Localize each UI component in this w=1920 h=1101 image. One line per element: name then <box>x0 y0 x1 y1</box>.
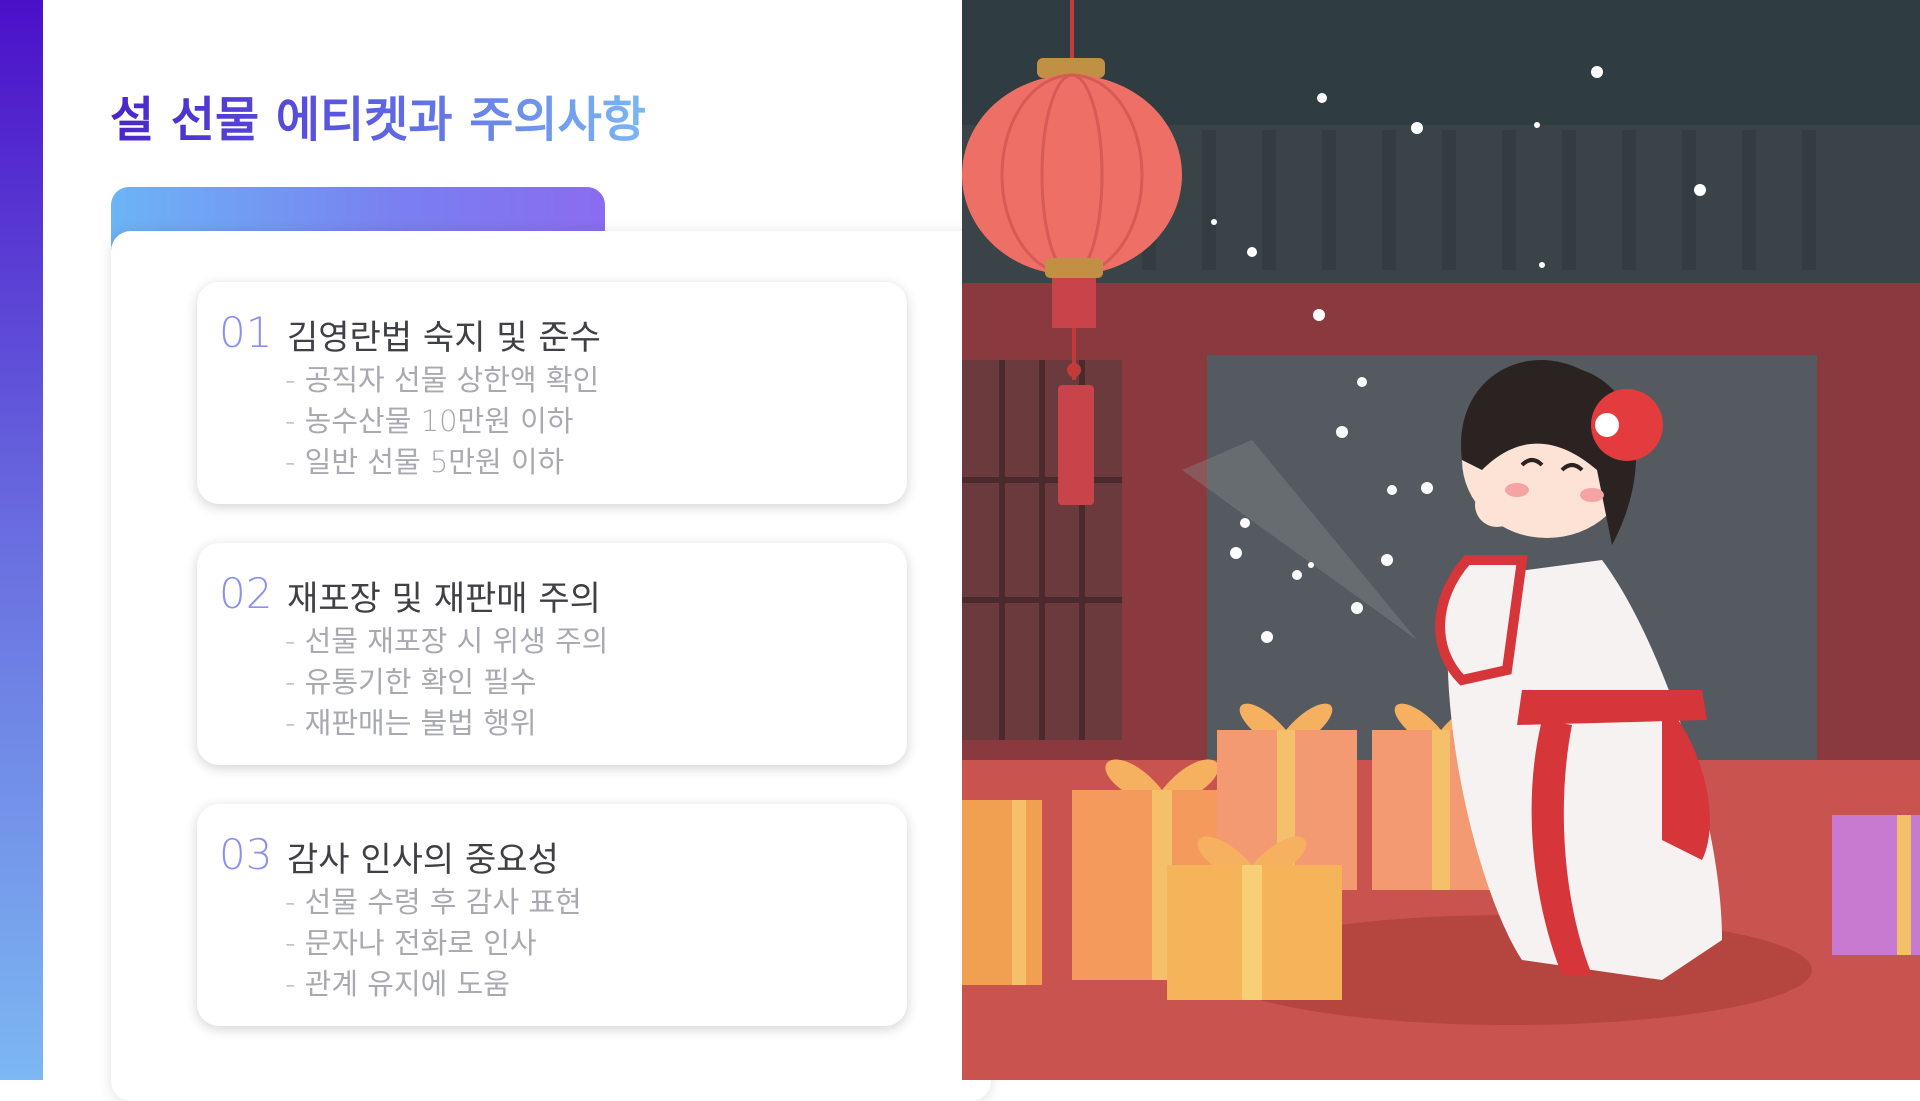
lunar-new-year-illustration <box>962 0 1920 1080</box>
etiquette-card-1: 01 김영란법 숙지 및 준수 - 공직자 선물 상한액 확인 - 농수산물 1… <box>197 282 907 504</box>
bullet-item: - 선물 수령 후 감사 표현 <box>285 885 582 919</box>
gift-box-icon <box>962 800 1042 985</box>
bullet-item: - 일반 선물 5만원 이하 <box>285 445 565 479</box>
card-heading: 감사 인사의 중요성 <box>287 840 559 880</box>
card-bullets: - 선물 재포장 시 위생 주의 - 유통기한 확인 필수 - 재판매는 불법 … <box>285 621 608 744</box>
bullet-item: - 농수산물 10만원 이하 <box>285 404 574 438</box>
gift-box-icon <box>1832 815 1920 955</box>
card-heading: 재포장 및 재판매 주의 <box>287 579 601 619</box>
card-bullets: - 공직자 선물 상한액 확인 - 농수산물 10만원 이하 - 일반 선물 5… <box>285 360 599 483</box>
etiquette-card-3: 03 감사 인사의 중요성 - 선물 수령 후 감사 표현 - 문자나 전화로 … <box>197 804 907 1026</box>
card-number: 03 <box>219 830 273 879</box>
bullet-item: - 관계 유지에 도움 <box>285 967 510 1001</box>
left-accent-bar <box>0 0 43 1080</box>
page-title: 설 선물 에티켓과 주의사항 <box>110 80 646 150</box>
card-bullets: - 선물 수령 후 감사 표현 - 문자나 전화로 인사 - 관계 유지에 도움 <box>285 882 582 1005</box>
card-heading: 김영란법 숙지 및 준수 <box>287 318 601 358</box>
card-number: 02 <box>219 569 273 618</box>
etiquette-card-2: 02 재포장 및 재판매 주의 - 선물 재포장 시 위생 주의 - 유통기한 … <box>197 543 907 765</box>
illustration-svg <box>962 0 1920 1080</box>
card-number: 01 <box>219 308 273 357</box>
bullet-item: - 유통기한 확인 필수 <box>285 665 537 699</box>
bullet-item: - 재판매는 불법 행위 <box>285 706 537 740</box>
bullet-item: - 선물 재포장 시 위생 주의 <box>285 624 609 658</box>
bullet-item: - 공직자 선물 상한액 확인 <box>285 363 600 397</box>
bullet-item: - 문자나 전화로 인사 <box>285 926 537 960</box>
